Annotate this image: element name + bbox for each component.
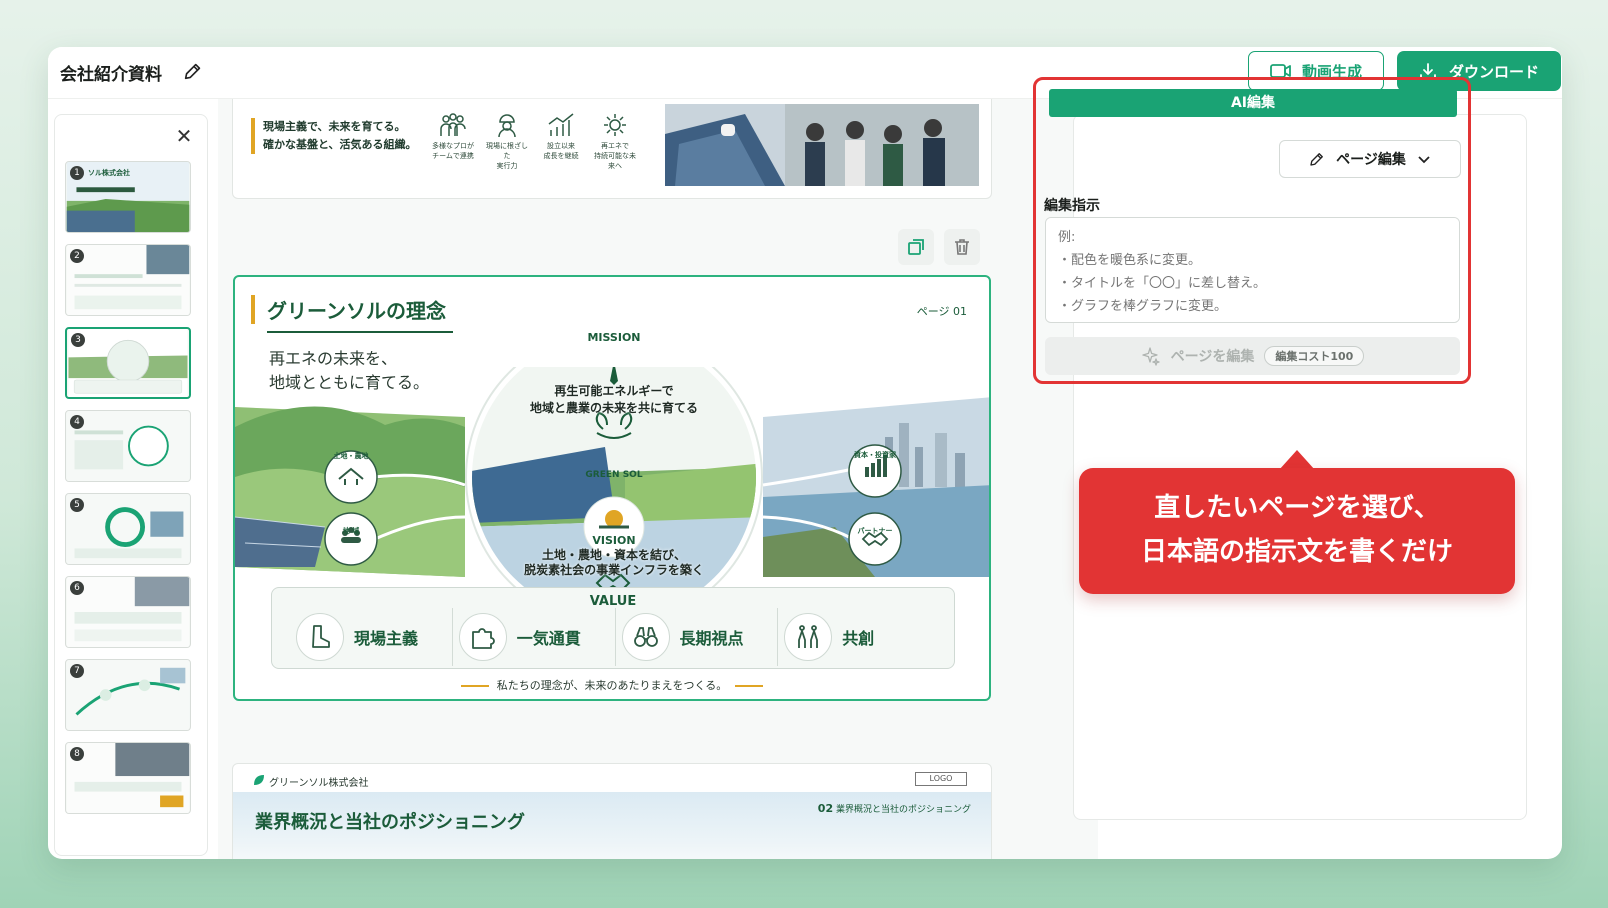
value-label: 現場主義 <box>354 629 419 648</box>
brand-mark: GREEN SOL <box>585 470 643 480</box>
vision-label: VISION <box>592 534 636 547</box>
edit-page-label: ページを編集 <box>1170 349 1255 365</box>
thumbnail-preview <box>66 660 190 730</box>
puzzle-icon <box>458 613 507 661</box>
next-slide[interactable]: グリーンソル株式会社 LOGO 02 業界概況と当社のポジショニング 業界概況と… <box>232 763 992 859</box>
document-title[interactable]: 会社紹介資料 <box>60 60 162 85</box>
leaf-icon <box>254 775 264 785</box>
thumbnail-preview <box>68 329 188 397</box>
duplicate-slide-button[interactable] <box>898 229 934 265</box>
thumbnail-preview <box>66 494 190 564</box>
slide-title: グリーンソルの理念 <box>251 295 446 324</box>
thumbnail-preview <box>66 577 190 647</box>
thumbnail-caption: ソル株式会社 <box>88 169 130 177</box>
node-investors: 資本・投資家 <box>854 451 896 459</box>
slide-thumbnail-4[interactable]: 4 <box>65 410 191 482</box>
previous-slide-icons: 多様なプロが チームで連携 現場に根ざした 実行力 設立以来 成長を継続 再エネ… <box>429 112 639 171</box>
slide-thumbnail-7[interactable]: 7 <box>65 659 191 731</box>
thumbnail-sidebar: ✕ 1 ソル株式会社 2 3 4 5 6 7 8 <box>54 114 208 856</box>
worker-helmet-icon <box>498 114 516 138</box>
value-label: 長期視点 <box>679 629 744 648</box>
boot-icon <box>296 613 344 661</box>
sparkle-icon <box>1141 347 1160 366</box>
node-land: 土地・農地 <box>333 452 369 460</box>
next-slide-title: 業界概況と当社のポジショニング <box>255 812 525 833</box>
node-community: 地 域 <box>342 527 360 535</box>
mission-text: 再生可能エネルギーで 地域と農業の未来を共に育てる <box>529 384 698 415</box>
edit-cost-badge: 編集コスト100 <box>1264 346 1365 366</box>
slide-thumbnail-3[interactable]: 3 <box>65 327 191 399</box>
slide-thumbnail-1[interactable]: 1 ソル株式会社 <box>65 161 191 233</box>
slide-thumbnail-8[interactable]: 8 <box>65 742 191 814</box>
thumbnail-preview <box>66 245 190 315</box>
instruction-input[interactable] <box>1045 217 1460 323</box>
pencil-icon <box>1310 153 1324 166</box>
ai-edit-tab[interactable]: AI編集 <box>1049 89 1457 117</box>
slide-footer: 私たちの理念が、未来のあたりまえをつくる。 <box>235 677 989 693</box>
thumbnail-number: 1 <box>70 166 84 180</box>
company-name: グリーンソル株式会社 <box>269 778 369 789</box>
worker-feature: 現場に根ざした 実行力 <box>483 112 531 171</box>
value-item: 現場主義 <box>290 608 453 666</box>
value-item: 共創 <box>778 608 940 666</box>
thumbnail-number: 4 <box>70 415 84 429</box>
title-underline <box>267 331 453 333</box>
previous-slide[interactable]: 現場主義で、未来を育てる。 確かな基盤と、活気ある組織。 多様なプロが チームで… <box>232 99 992 199</box>
next-slide-section: 02 業界概況と当社のポジショニング <box>817 802 971 815</box>
thumbnail-number: 7 <box>70 664 84 678</box>
delete-slide-button[interactable] <box>944 229 980 265</box>
instruction-callout: 直したいページを選び、 日本語の指示文を書くだけ <box>1079 468 1515 594</box>
growth-feature: 設立以来 成長を継続 <box>537 112 585 171</box>
pencil-icon[interactable] <box>182 60 204 82</box>
thumbnail-number: 2 <box>70 249 84 263</box>
node-partners: パートナー <box>857 527 893 535</box>
logo-placeholder: LOGO <box>915 772 967 786</box>
team-feature: 多様なプロが チームで連携 <box>429 112 477 171</box>
chevron-down-icon <box>1418 156 1430 164</box>
selected-slide[interactable]: グリーンソルの理念 ページ 01 再エネの未来を、 地域とともに育てる。 MIS… <box>233 275 991 701</box>
thumbnail-number: 3 <box>71 333 85 347</box>
slide-thumbnail-2[interactable]: 2 <box>65 244 191 316</box>
callout-pointer <box>1279 450 1315 470</box>
mission-label: MISSION <box>587 331 641 344</box>
slide-subtitle: 再エネの未来を、 地域とともに育てる。 <box>269 349 430 392</box>
team-icon <box>440 113 466 136</box>
binoculars-icon <box>621 613 670 661</box>
value-item: 長期視点 <box>616 608 779 666</box>
value-label: 共創 <box>842 629 875 648</box>
slide-page-number: ページ 01 <box>916 305 967 318</box>
value-item: 一気通貫 <box>453 608 616 666</box>
close-icon[interactable]: ✕ <box>173 125 195 147</box>
thumbnail-preview <box>66 743 190 813</box>
slide-thumbnail-5[interactable]: 5 <box>65 493 191 565</box>
instruction-label: 編集指示 <box>1044 198 1100 214</box>
edit-mode-select[interactable]: ページ編集 <box>1279 140 1461 178</box>
values-row: 現場主義 一気通貫 長期視点 共創 <box>290 608 940 666</box>
raised-hands-icon <box>784 613 833 661</box>
edit-mode-label: ページ編集 <box>1336 152 1406 168</box>
sun-feature: 再エネで 持続可能な未来へ <box>591 112 639 171</box>
slide-thumbnail-6[interactable]: 6 <box>65 576 191 648</box>
thumbnail-number: 5 <box>70 498 84 512</box>
vision-text: 土地・農地・資本を結び、 脱炭素社会の事業インフラを築く <box>524 548 704 577</box>
team-solar-photo <box>665 104 979 186</box>
thumbnail-number: 8 <box>70 747 84 761</box>
thumbnail-preview <box>66 411 190 481</box>
slide-canvas: 現場主義で、未来を育てる。 確かな基盤と、活気ある組織。 多様なプロが チームで… <box>218 99 1098 859</box>
thumbnail-number: 6 <box>70 581 84 595</box>
slide-toolbar <box>898 229 980 265</box>
trash-icon <box>955 239 969 255</box>
values-panel: VALUE 現場主義 一気通貫 長期視点 共創 <box>271 587 955 669</box>
value-label: 一気通貫 <box>516 629 581 648</box>
edit-page-button[interactable]: ページを編集 編集コスト100 <box>1045 337 1460 375</box>
value-heading: VALUE <box>589 594 637 609</box>
copy-icon <box>908 239 924 255</box>
previous-slide-text: 現場主義で、未来を育てる。 確かな基盤と、活気ある組織。 <box>251 118 417 154</box>
sun-icon <box>604 114 626 136</box>
growth-chart-icon <box>548 113 574 136</box>
